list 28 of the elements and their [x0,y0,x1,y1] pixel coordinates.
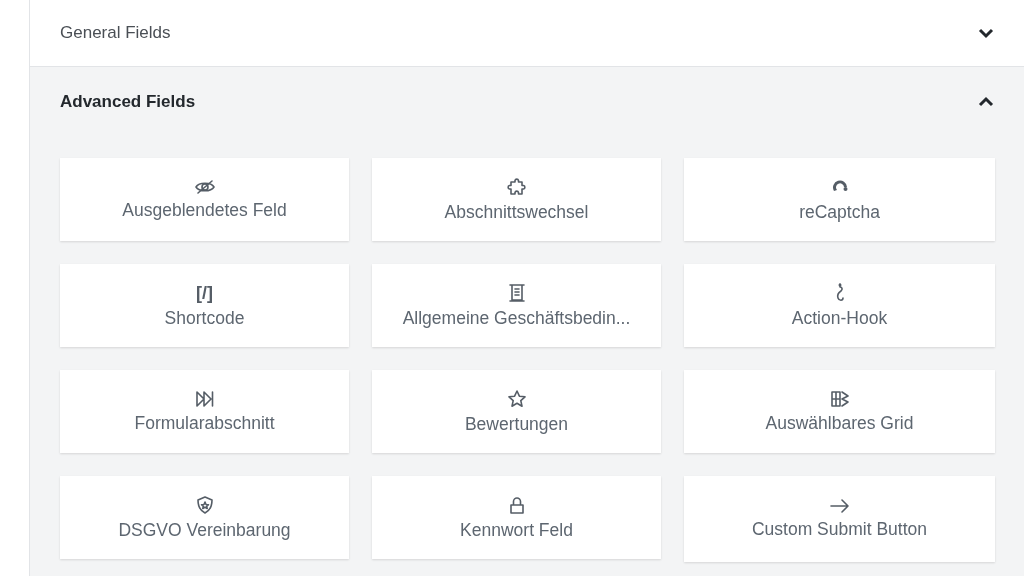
grid-icon [829,389,850,408]
field-button[interactable]: Abschnittswechsel [372,158,661,241]
field-button[interactable]: [/] Shortcode [60,264,349,347]
chevron-down-icon [978,27,994,39]
scroll-icon [507,282,526,303]
section-header[interactable]: Advanced Fields [30,67,1024,137]
shortcode-icon: [/] [196,282,213,303]
arrow-right-icon [828,498,851,514]
eye-slash-icon [193,178,216,195]
star-icon [506,388,527,409]
puzzle-icon [506,176,527,197]
field-button[interactable]: Action-Hook [684,264,995,347]
field-button[interactable]: reCaptcha [684,158,995,241]
section-title: General Fields [60,23,171,43]
field-button[interactable]: Allgemeine Geschäftsbedin... [372,264,661,347]
chevron-up-icon [978,96,994,108]
field-button[interactable]: Formularabschnitt [60,370,349,453]
field-button[interactable]: Kennwort Feld [372,476,661,559]
field-button[interactable]: Auswählbares Grid [684,370,995,453]
shield-icon [195,494,214,515]
field-button[interactable]: Bewertungen [372,370,661,453]
section-title: Advanced Fields [60,92,196,112]
section-header[interactable]: General Fields [30,0,1024,67]
field-button[interactable]: DSGVO Vereinbarung [60,476,349,559]
field-button[interactable]: Custom Submit Button [684,476,995,562]
field-button[interactable]: Ausgeblendetes Feld [60,158,349,241]
fast-forward-icon [194,389,215,408]
padlock-icon [507,494,526,515]
